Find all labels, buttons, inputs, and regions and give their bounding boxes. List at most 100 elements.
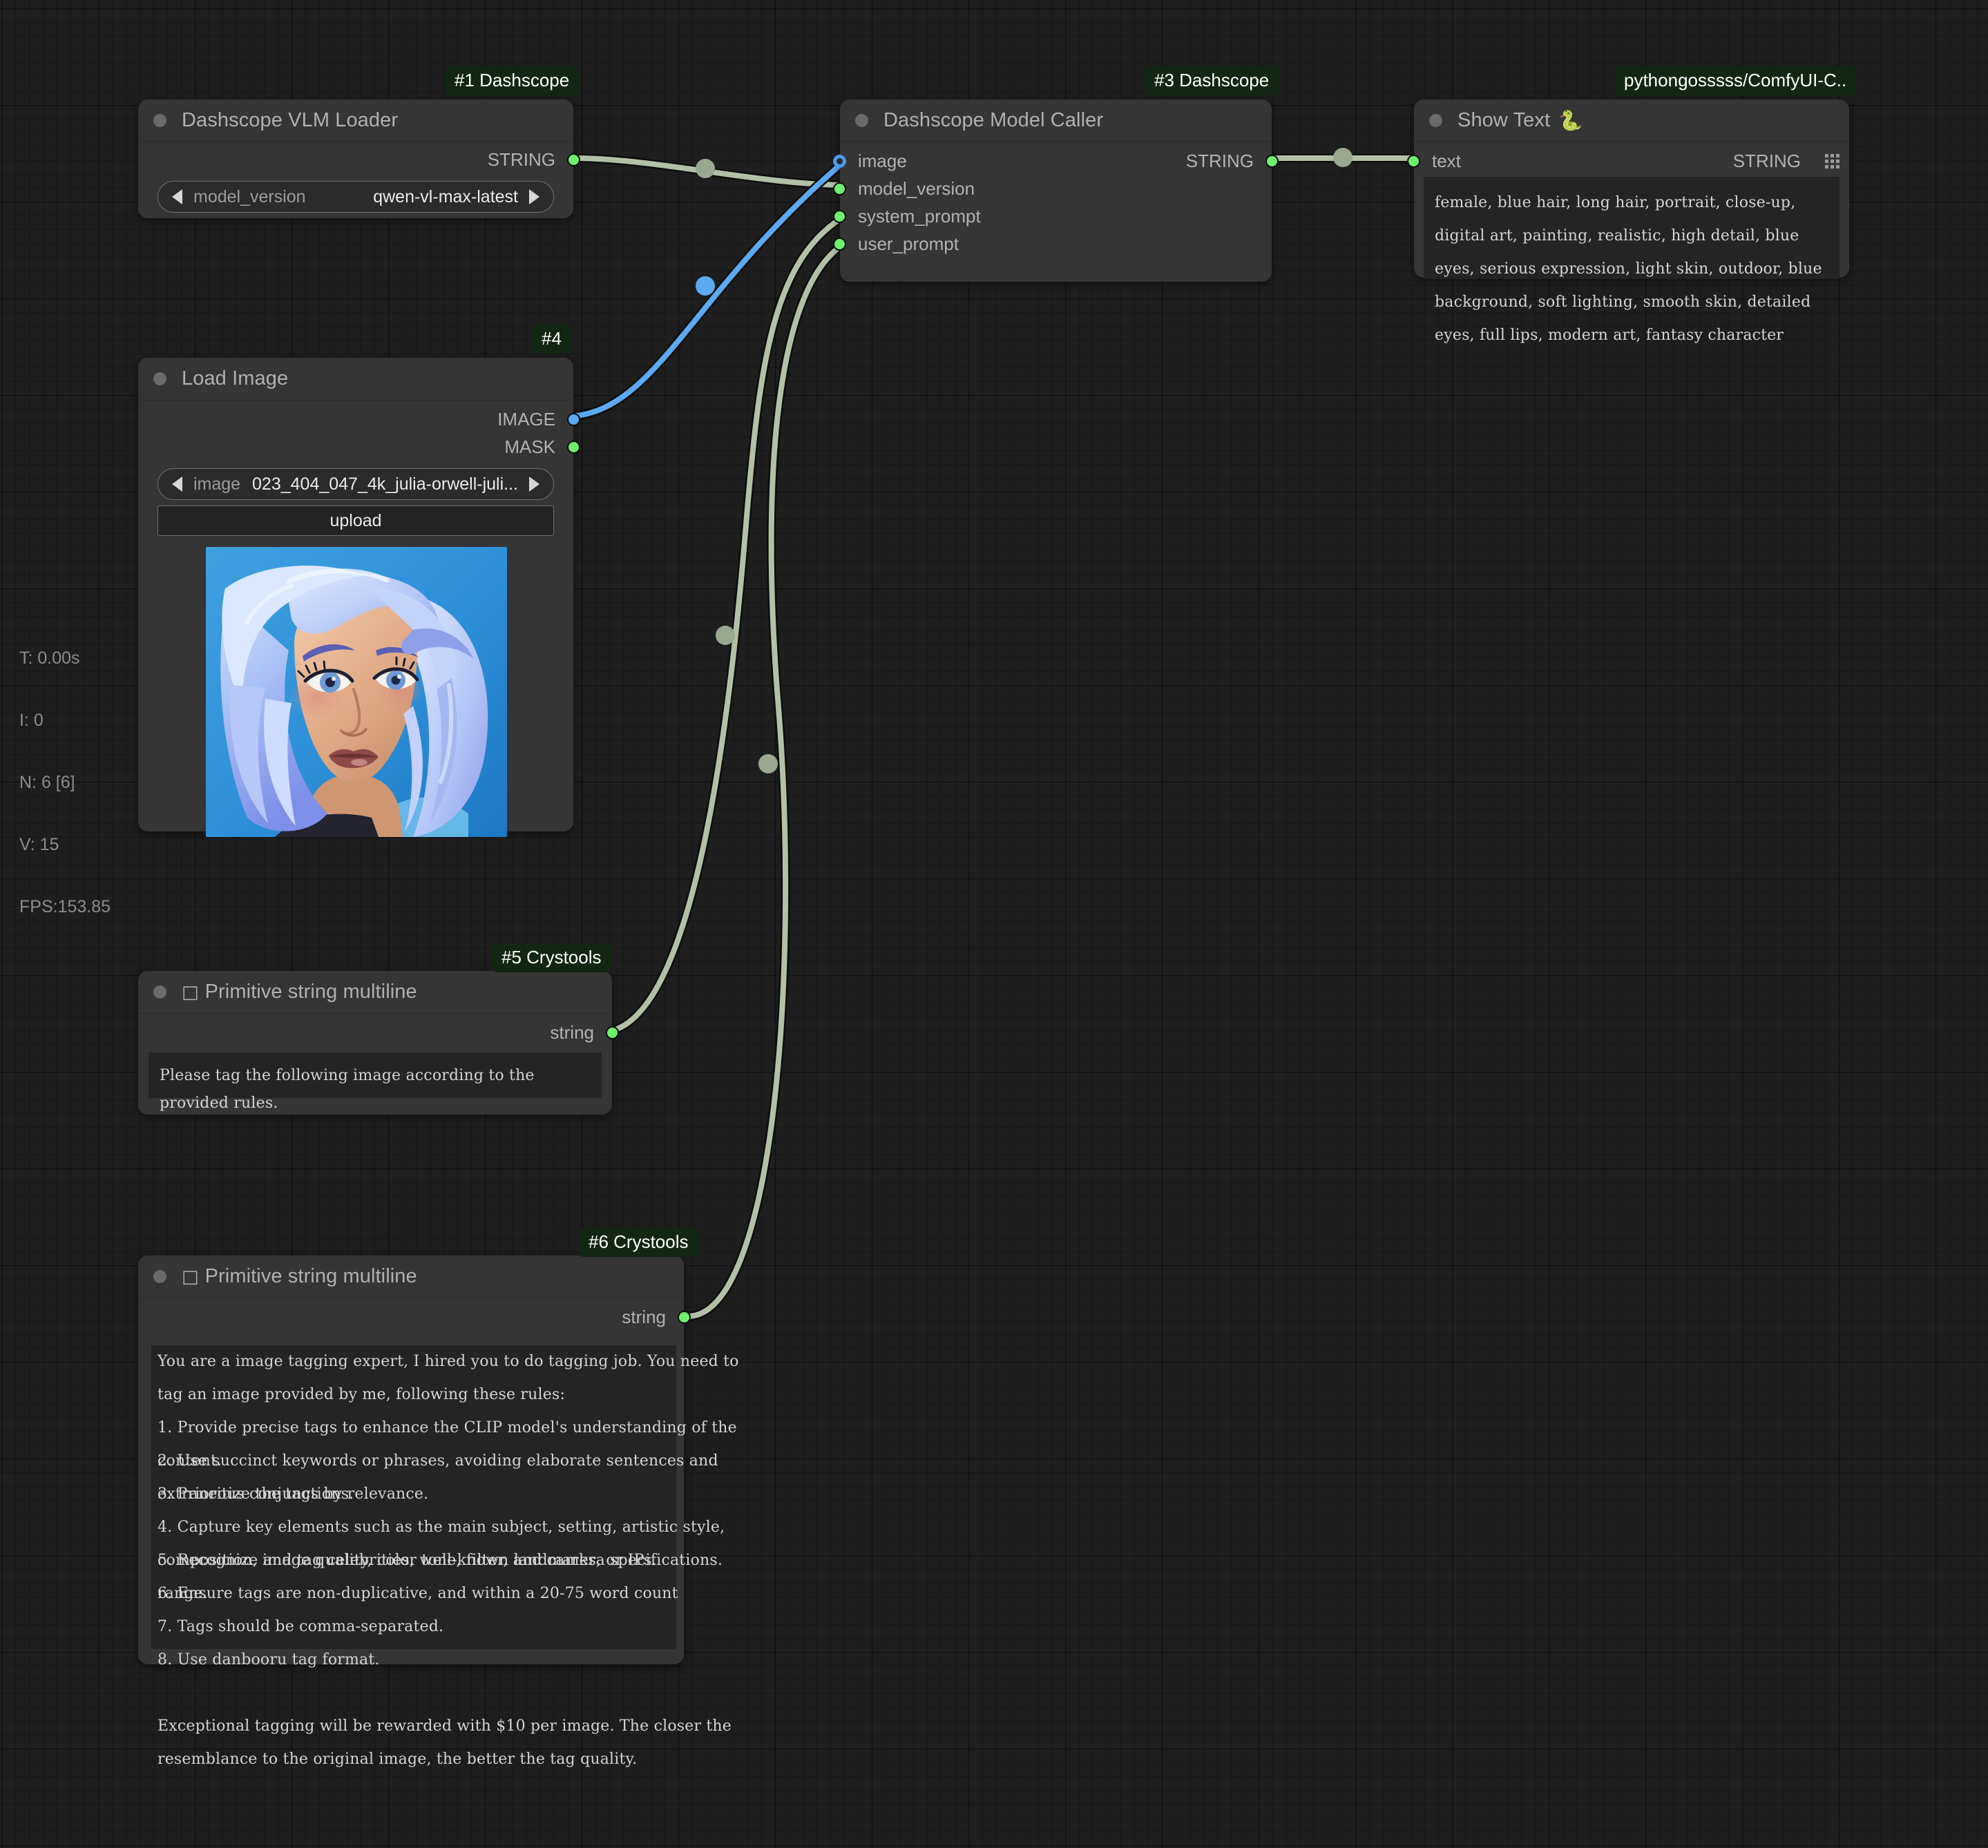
output-slot-string[interactable]: STRING bbox=[1732, 150, 1839, 171]
chevron-left-icon[interactable] bbox=[172, 189, 182, 204]
output-port-dot[interactable] bbox=[1265, 154, 1279, 168]
output-port-dot[interactable] bbox=[678, 1310, 691, 1324]
chevron-right-icon[interactable] bbox=[529, 189, 539, 204]
input-port-dot[interactable] bbox=[833, 237, 846, 251]
collapse-dot-icon[interactable] bbox=[153, 114, 166, 127]
input-port-dot[interactable] bbox=[1407, 154, 1420, 168]
node-title-label: Primitive string multiline bbox=[204, 1265, 417, 1287]
output-port-dot[interactable] bbox=[567, 153, 580, 166]
output-slot-label: IMAGE bbox=[497, 408, 555, 430]
input-slot-model-version[interactable]: model_version bbox=[833, 177, 975, 199]
perf-time: T: 0.00s bbox=[19, 648, 80, 668]
output-port-dot[interactable] bbox=[606, 1026, 619, 1039]
input-slot-label: system_prompt bbox=[858, 205, 981, 227]
node-badge-5: #5 Crystools bbox=[492, 943, 611, 973]
node-badge-showtext: pythongosssss/ComfyUI-C.. bbox=[1614, 66, 1857, 96]
widget-string-value-6[interactable]: You are a image tagging expert, I hired … bbox=[157, 1345, 738, 1768]
portrait-illustration bbox=[206, 547, 507, 837]
input-slot-label: text bbox=[1432, 150, 1461, 171]
node-badge-6: #6 Crystools bbox=[579, 1228, 698, 1258]
text-line: 5. Recognize and tag celebrities, well-k… bbox=[157, 1552, 657, 1569]
output-port-dot[interactable] bbox=[567, 412, 580, 426]
node-load-image[interactable]: Load Image IMAGE MASK image 023_404_047_… bbox=[138, 358, 580, 837]
node-title-bar[interactable]: □ Primitive string multiline bbox=[138, 1255, 684, 1298]
node-title-bar[interactable]: □ Primitive string multiline bbox=[138, 971, 612, 1014]
text-line: 1. Provide precise tags to enhance the C… bbox=[157, 1419, 737, 1436]
node-title-bar[interactable]: Load Image bbox=[138, 358, 573, 401]
output-slot-image[interactable]: IMAGE bbox=[497, 408, 580, 430]
node-title-bar[interactable]: Dashscope Model Caller bbox=[840, 99, 1272, 142]
output-port-dot[interactable] bbox=[567, 440, 580, 454]
node-dashscope-vlm-loader[interactable]: Dashscope VLM Loader STRING model_versio… bbox=[138, 99, 580, 218]
input-slot-label: image bbox=[858, 150, 907, 171]
widget-image-combo[interactable]: image 023_404_047_4k_julia-orwell-juli..… bbox=[157, 468, 554, 500]
node-badge-1: #1 Dashscope bbox=[445, 66, 580, 96]
output-slot-label: STRING bbox=[1732, 150, 1801, 171]
image-preview[interactable] bbox=[206, 547, 507, 837]
node-badge-3: #3 Dashscope bbox=[1145, 66, 1279, 96]
node-title-bar[interactable]: Show Text 🐍 bbox=[1414, 99, 1849, 142]
output-slot-string[interactable]: string bbox=[622, 1306, 691, 1327]
input-port-dot[interactable] bbox=[833, 182, 846, 195]
collapse-dot-icon[interactable] bbox=[1429, 114, 1442, 127]
widget-value: qwen-vl-max-latest bbox=[373, 186, 518, 206]
output-slot-string[interactable]: STRING bbox=[1185, 150, 1279, 171]
perf-fps: FPS:153.85 bbox=[19, 897, 111, 916]
link-midpoint-dot bbox=[696, 159, 715, 178]
output-slot-mask[interactable]: MASK bbox=[504, 436, 580, 457]
comfyui-graph-canvas[interactable]: #1 Dashscope Dashscope VLM Loader STRING… bbox=[0, 0, 1988, 1848]
link-midpoint-dot bbox=[696, 276, 715, 296]
chevron-right-icon[interactable] bbox=[529, 477, 539, 492]
node-title-label: Dashscope Model Caller bbox=[883, 109, 1104, 131]
upload-button[interactable]: upload bbox=[157, 506, 554, 536]
text-line: 3. Prioritize the tags by relevance. bbox=[157, 1485, 429, 1503]
widget-model-version-combo[interactable]: model_version qwen-vl-max-latest bbox=[157, 181, 554, 213]
collapse-dot-icon[interactable] bbox=[153, 1270, 166, 1283]
primitive-glyph-icon: □ bbox=[182, 1266, 199, 1287]
node-title-label: Primitive string multiline bbox=[204, 981, 417, 1003]
node-title-label: Show Text bbox=[1457, 109, 1551, 131]
node-title-bar[interactable]: Dashscope VLM Loader bbox=[138, 99, 573, 142]
collapse-dot-icon[interactable] bbox=[855, 114, 868, 127]
output-slot-string[interactable]: STRING bbox=[488, 149, 580, 170]
text-line: You are a image tagging expert, I hired … bbox=[157, 1353, 739, 1370]
node-title-label: Dashscope VLM Loader bbox=[182, 109, 399, 131]
widget-label: image bbox=[193, 474, 241, 494]
input-slot-label: model_version bbox=[858, 177, 975, 199]
input-slot-label: user_prompt bbox=[858, 233, 959, 254]
widget-value: 023_404_047_4k_julia-orwell-juli... bbox=[252, 474, 518, 494]
text-line: 6. Ensure tags are non-duplicative, and … bbox=[157, 1585, 678, 1602]
node-badge-4: #4 bbox=[532, 325, 571, 354]
grid-dots-handle-icon[interactable] bbox=[1825, 153, 1839, 169]
perf-vram: V: 15 bbox=[19, 835, 59, 854]
text-line: 2. Use succinct keywords or phrases, avo… bbox=[157, 1452, 718, 1470]
output-slot-string[interactable]: string bbox=[550, 1021, 619, 1043]
output-slot-label: STRING bbox=[1185, 150, 1254, 171]
text-line: 4. Capture key elements such as the main… bbox=[157, 1519, 725, 1536]
input-slot-image[interactable]: image bbox=[833, 150, 907, 171]
node-dashscope-model-caller[interactable]: Dashscope Model Caller image model_versi… bbox=[833, 99, 1279, 282]
input-slot-text[interactable]: text bbox=[1407, 150, 1461, 171]
primitive-glyph-icon: □ bbox=[182, 981, 199, 1003]
widget-string-value-5[interactable]: Please tag the following image according… bbox=[149, 1052, 602, 1112]
collapse-dot-icon[interactable] bbox=[153, 372, 166, 385]
text-line: tag an image provided by me, following t… bbox=[157, 1386, 566, 1403]
input-slot-system-prompt[interactable]: system_prompt bbox=[833, 205, 981, 227]
text-line: range. bbox=[157, 1585, 209, 1602]
output-slot-label: string bbox=[550, 1021, 594, 1043]
performance-overlay: T: 0.00s I: 0 N: 6 [6] V: 15 FPS:153.85 bbox=[19, 606, 111, 959]
link-midpoint-dot bbox=[1333, 148, 1353, 167]
snake-icon: 🐍 bbox=[1558, 109, 1583, 132]
node-title-label: Load Image bbox=[182, 367, 289, 389]
input-port-dot[interactable] bbox=[833, 154, 846, 168]
input-slot-user-prompt[interactable]: user_prompt bbox=[833, 233, 959, 254]
widget-show-text-output[interactable]: female, blue hair, long hair, portrait, … bbox=[1424, 177, 1839, 344]
input-port-dot[interactable] bbox=[833, 209, 846, 223]
widget-label: model_version bbox=[193, 186, 306, 206]
collapse-dot-icon[interactable] bbox=[153, 985, 166, 999]
output-slot-label: string bbox=[622, 1306, 666, 1327]
text-line: 8. Use danbooru tag format. bbox=[157, 1651, 380, 1668]
text-line: 7. Tags should be comma-separated. bbox=[157, 1618, 444, 1635]
perf-nodes: N: 6 [6] bbox=[19, 773, 75, 792]
chevron-left-icon[interactable] bbox=[172, 477, 182, 492]
